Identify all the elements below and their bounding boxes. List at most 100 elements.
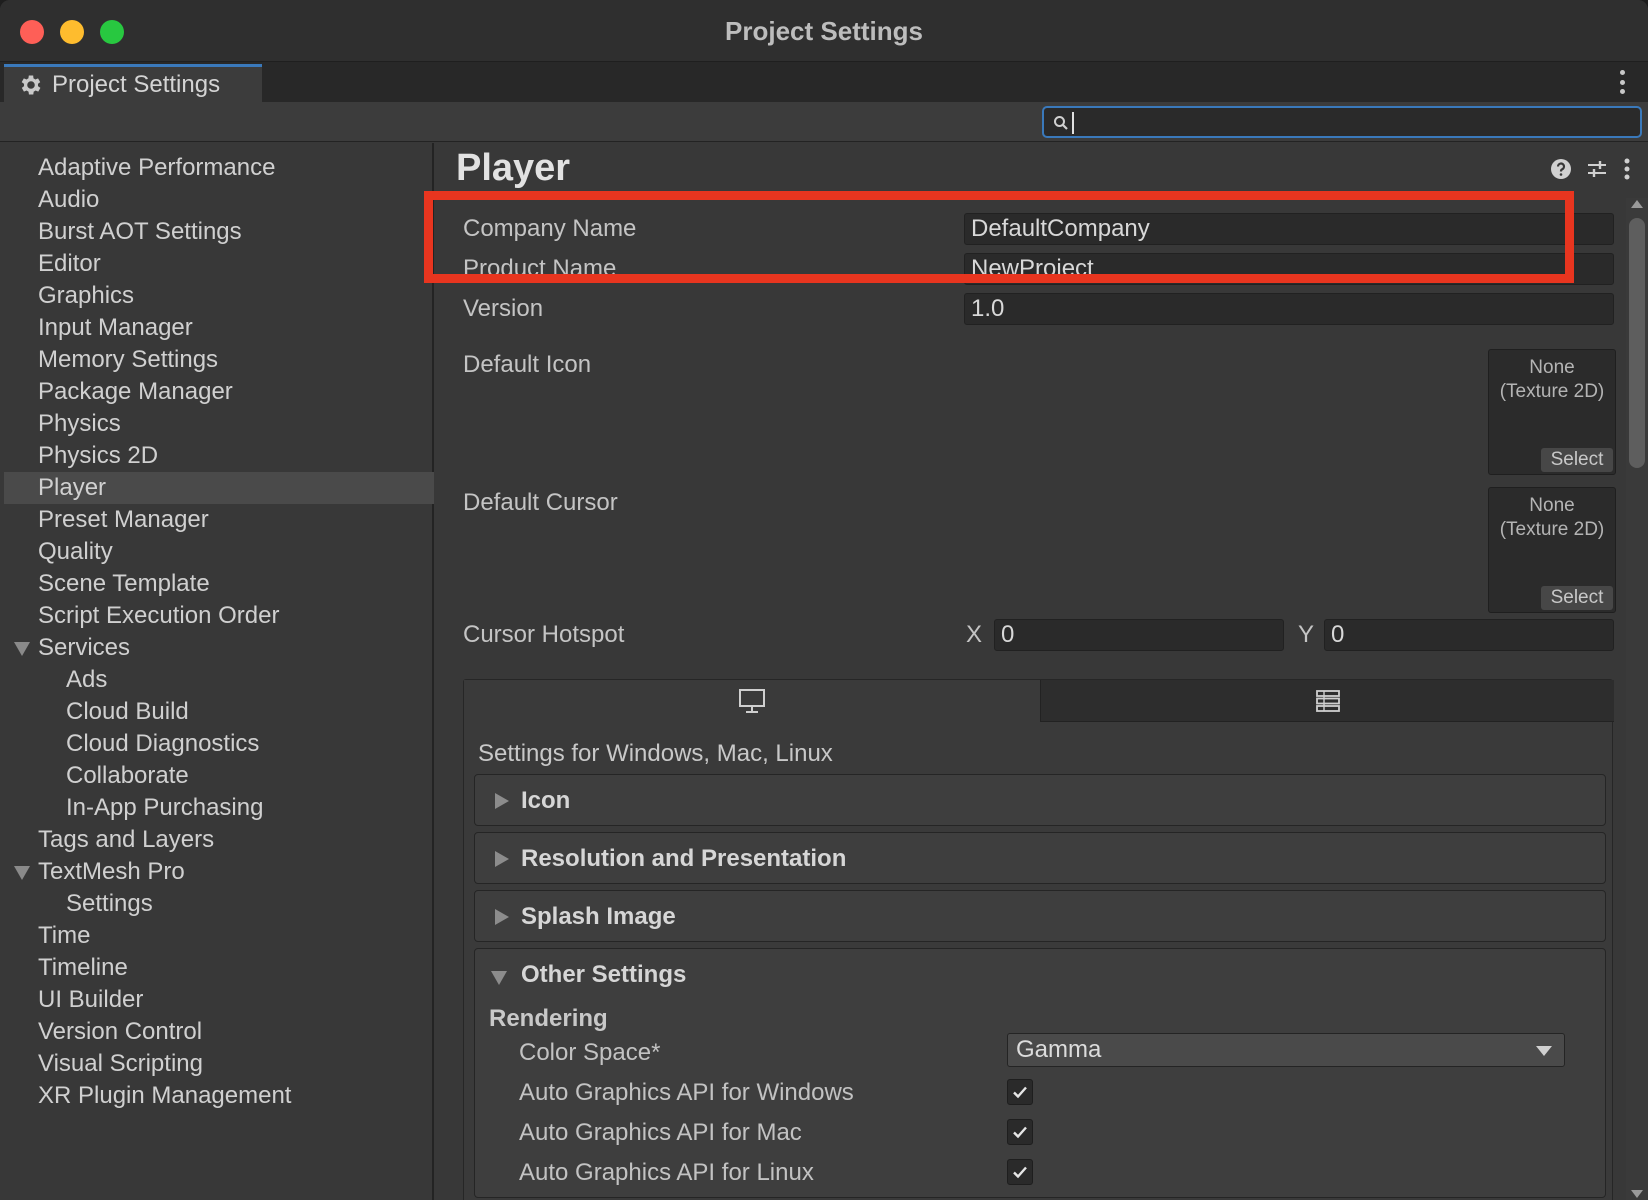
texture-type-text: (Texture 2D) (1499, 519, 1605, 540)
auto-graphics-api-linux-checkbox[interactable] (1007, 1159, 1033, 1185)
gear-icon (21, 74, 41, 95)
preset-sliders-icon[interactable] (1586, 158, 1608, 180)
tab-menu-icon[interactable] (1618, 70, 1626, 94)
tab-strip: Project Settings (0, 62, 1648, 102)
sidebar-item-label: Package Manager (38, 378, 233, 405)
texture-type-text: (Texture 2D) (1499, 381, 1605, 402)
foldout-arrow-icon (495, 909, 509, 925)
sidebar-item-textmesh-pro[interactable]: TextMesh Pro (4, 856, 434, 888)
sidebar-item-label: Cloud Diagnostics (66, 730, 260, 757)
sidebar-item-physics-2d[interactable]: Physics 2D (4, 440, 434, 472)
hotspot-x-field[interactable]: 0 (994, 619, 1284, 651)
expand-triangle-icon[interactable] (14, 642, 30, 656)
sidebar-item-input-manager[interactable]: Input Manager (4, 312, 434, 344)
sidebar-item-label: In-App Purchasing (66, 794, 264, 821)
product-name-label: Product Name (463, 255, 617, 282)
sidebar-item-textmesh-settings[interactable]: Settings (4, 888, 434, 920)
sidebar-item-services[interactable]: Services (4, 632, 434, 664)
sidebar-item-physics[interactable]: Physics (4, 408, 434, 440)
cursor-hotspot-label: Cursor Hotspot (463, 621, 625, 648)
sidebar-item-cloud-diagnostics[interactable]: Cloud Diagnostics (4, 728, 434, 760)
foldout-icon-section[interactable]: Icon (474, 774, 1606, 826)
sidebar-item-tags-and-layers[interactable]: Tags and Layers (4, 824, 434, 856)
sidebar-item-in-app-purchasing[interactable]: In-App Purchasing (4, 792, 434, 824)
auto-graphics-api-windows-checkbox[interactable] (1007, 1079, 1033, 1105)
more-options-icon[interactable] (1622, 157, 1632, 181)
page-title: Player (456, 147, 571, 189)
tab-desktop-platform[interactable] (464, 680, 1040, 722)
sidebar-item-label: Version Control (38, 1018, 203, 1045)
sidebar-item-timeline[interactable]: Timeline (4, 952, 434, 984)
select-texture-button[interactable]: Select (1541, 586, 1613, 610)
sidebar-item-player[interactable]: Player (4, 472, 434, 504)
sidebar-item-scene-template[interactable]: Scene Template (4, 568, 434, 600)
product-name-field[interactable]: NewProject (964, 253, 1614, 285)
tab-dedicated-server-platform[interactable] (1040, 680, 1614, 722)
default-cursor-texture-field[interactable]: None (Texture 2D) Select (1488, 487, 1616, 613)
platform-settings-panel: Settings for Windows, Mac, Linux Icon Re… (463, 679, 1614, 1200)
sidebar-item-label: Physics (38, 410, 121, 437)
hotspot-y-field[interactable]: 0 (1324, 619, 1614, 651)
sidebar-item-editor[interactable]: Editor (4, 248, 434, 280)
texture-none-text: None (1529, 495, 1575, 516)
auto-graphics-api-windows-label: Auto Graphics API for Windows (519, 1079, 854, 1106)
tab-project-settings[interactable]: Project Settings (4, 64, 262, 102)
project-settings-window: Project Settings Project Settings Adapti… (0, 0, 1648, 1200)
sidebar-item-label: Collaborate (66, 762, 189, 789)
settings-sidebar: Adaptive Performance Audio Burst AOT Set… (4, 143, 434, 1200)
sidebar-item-ads[interactable]: Ads (4, 664, 434, 696)
sidebar-item-graphics[interactable]: Graphics (4, 280, 434, 312)
sidebar-item-time[interactable]: Time (4, 920, 434, 952)
sidebar-item-version-control[interactable]: Version Control (4, 1016, 434, 1048)
sidebar-item-memory-settings[interactable]: Memory Settings (4, 344, 434, 376)
sidebar-item-label: Editor (38, 250, 101, 277)
sidebar-item-visual-scripting[interactable]: Visual Scripting (4, 1048, 434, 1080)
sidebar-item-script-execution-order[interactable]: Script Execution Order (4, 600, 434, 632)
select-texture-button[interactable]: Select (1541, 448, 1613, 472)
version-field[interactable]: 1.0 (964, 293, 1614, 325)
dropdown-value: Gamma (1016, 1036, 1102, 1063)
expand-triangle-icon[interactable] (14, 866, 30, 880)
sidebar-item-label: Burst AOT Settings (38, 218, 242, 245)
sidebar-item-label: Memory Settings (38, 346, 219, 373)
sidebar-item-quality[interactable]: Quality (4, 536, 434, 568)
sidebar-item-adaptive-performance[interactable]: Adaptive Performance (4, 152, 434, 184)
version-label: Version (463, 295, 544, 322)
sidebar-item-ui-builder[interactable]: UI Builder (4, 984, 434, 1016)
foldout-other-settings[interactable]: Other Settings Rendering Color Space* Ga… (474, 948, 1606, 1198)
sidebar-item-label: Services (38, 634, 131, 661)
sidebar-item-label: Quality (38, 538, 113, 565)
checkmark-icon (1013, 1166, 1027, 1179)
sidebar-item-burst-aot-settings[interactable]: Burst AOT Settings (4, 216, 434, 248)
color-space-dropdown[interactable]: Gamma (1007, 1033, 1565, 1067)
sidebar-item-preset-manager[interactable]: Preset Manager (4, 504, 434, 536)
sidebar-item-audio[interactable]: Audio (4, 184, 434, 216)
company-name-field[interactable]: DefaultCompany (964, 213, 1614, 245)
sidebar-item-xr-plugin-management[interactable]: XR Plugin Management (4, 1080, 434, 1112)
checkmark-icon (1013, 1086, 1027, 1099)
scrollbar-thumb[interactable] (1629, 218, 1645, 468)
scroll-down-arrow-icon[interactable] (1631, 1190, 1643, 1198)
auto-graphics-api-mac-checkbox[interactable] (1007, 1119, 1033, 1145)
sidebar-item-label: Input Manager (38, 314, 193, 341)
default-icon-texture-field[interactable]: None (Texture 2D) Select (1488, 349, 1616, 475)
checkmark-icon (1013, 1126, 1027, 1139)
foldout-arrow-icon (495, 793, 509, 809)
sidebar-item-collaborate[interactable]: Collaborate (4, 760, 434, 792)
sidebar-item-label: Settings (66, 890, 153, 917)
scroll-up-arrow-icon[interactable] (1631, 200, 1643, 208)
help-icon[interactable] (1550, 158, 1572, 180)
hotspot-x-label: X (966, 621, 983, 648)
sidebar-item-label: Visual Scripting (38, 1050, 203, 1077)
sidebar-item-label: Tags and Layers (38, 826, 215, 853)
sidebar-item-package-manager[interactable]: Package Manager (4, 376, 434, 408)
company-name-label: Company Name (463, 215, 637, 242)
vertical-scrollbar[interactable] (1626, 198, 1648, 1200)
text-caret (1072, 112, 1074, 134)
color-space-label: Color Space* (519, 1039, 661, 1066)
foldout-resolution-and-presentation[interactable]: Resolution and Presentation (474, 832, 1606, 884)
sidebar-item-cloud-build[interactable]: Cloud Build (4, 696, 434, 728)
settings-search-input[interactable] (1042, 106, 1642, 138)
header-icons (1550, 157, 1632, 181)
foldout-splash-image[interactable]: Splash Image (474, 890, 1606, 942)
